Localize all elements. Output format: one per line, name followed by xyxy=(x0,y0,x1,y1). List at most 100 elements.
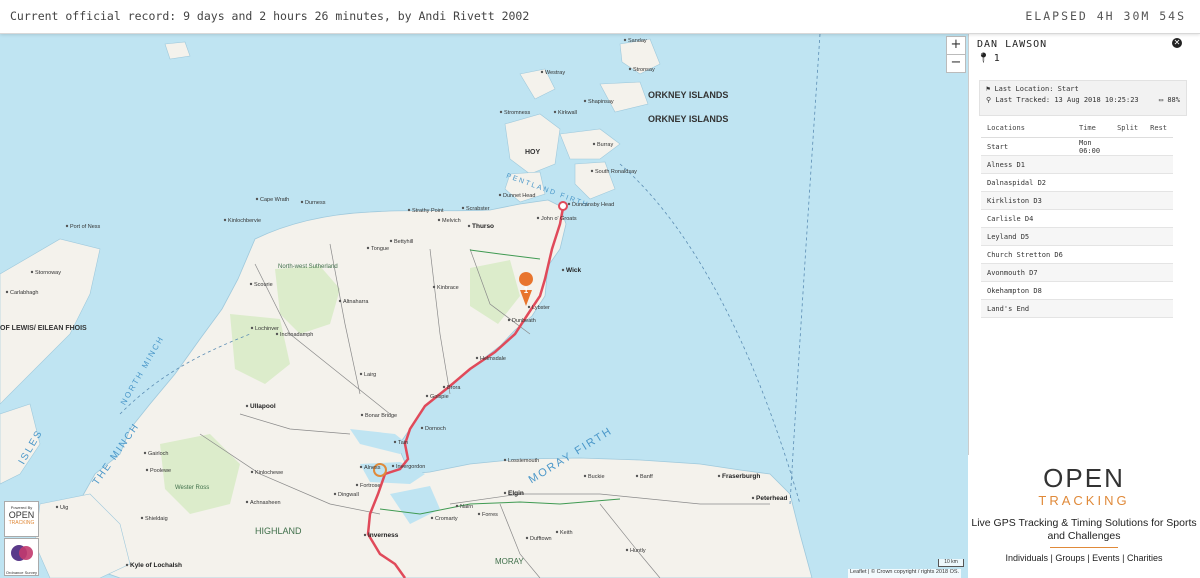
cell-location: Dalnaspidal D2 xyxy=(981,173,1073,192)
town-dot xyxy=(355,483,359,487)
town-dot xyxy=(143,451,147,455)
town-label: Kinlochbervie xyxy=(228,218,261,224)
zoom-in-button[interactable]: + xyxy=(946,36,966,55)
town-dot xyxy=(275,332,279,336)
town-label: Tongue xyxy=(371,246,389,252)
town-dot xyxy=(590,169,594,173)
town-label: Invergordon xyxy=(396,464,425,470)
table-row[interactable]: Okehampton D8 xyxy=(981,281,1173,300)
map-attribution[interactable]: Leaflet | © Crown copyright / rights 201… xyxy=(848,569,962,578)
top-bar: Current official record: 9 days and 2 ho… xyxy=(0,0,1200,34)
town-label: Peterhead xyxy=(756,495,787,502)
table-row[interactable]: Carlisle D4 xyxy=(981,209,1173,228)
town-dot xyxy=(536,216,540,220)
cell-split xyxy=(1111,281,1145,300)
town-label: Stornoway xyxy=(35,270,61,276)
town-label: Golspie xyxy=(430,394,449,400)
town-dot xyxy=(583,474,587,478)
cell-split xyxy=(1111,137,1145,156)
status-box: ⚑ Last Location: Start ⚲ Last Tracked: 1… xyxy=(979,80,1187,116)
map-view[interactable]: 1 MORAY FIRTH NORTH MINCH THE MINCH PENT… xyxy=(0,34,968,578)
town-dot xyxy=(255,197,259,201)
town-label: Dunbeath xyxy=(512,318,536,324)
table-row[interactable]: Kirkliston D3 xyxy=(981,191,1173,210)
town-dot xyxy=(527,305,531,309)
pin-icon: 📍︎ xyxy=(977,53,990,64)
town-dot xyxy=(442,385,446,389)
town-dot xyxy=(5,290,9,294)
table-row[interactable]: Leyland D5 xyxy=(981,227,1173,246)
cell-rest xyxy=(1144,137,1173,156)
cell-split xyxy=(1111,155,1145,174)
town-label: Ullapool xyxy=(250,403,276,410)
runner-number: 📍︎ 1 xyxy=(977,53,1000,64)
moray-label: MORAY xyxy=(495,557,524,566)
table-row[interactable]: Church Stretton D6 xyxy=(981,245,1173,264)
town-label: Forres xyxy=(482,512,498,518)
table-row[interactable]: Avonmouth D7 xyxy=(981,263,1173,282)
cell-time xyxy=(1073,191,1112,210)
town-label: Shapinsay xyxy=(588,99,614,105)
town-label: Huntly xyxy=(630,548,646,554)
town-dot xyxy=(540,70,544,74)
cell-time xyxy=(1073,263,1112,282)
cell-location: Leyland D5 xyxy=(981,227,1073,246)
lewis-label: OF LEWIS/ EILEAN FHOIS xyxy=(0,325,87,332)
cell-location: Kirkliston D3 xyxy=(981,191,1073,210)
town-label: Strathy Point xyxy=(412,208,444,214)
col-split: Split xyxy=(1111,119,1145,138)
town-label: Kinlochewe xyxy=(255,470,283,476)
town-dot xyxy=(245,404,249,408)
os-text: Ordnance Survey xyxy=(5,570,38,575)
town-dot xyxy=(477,512,481,516)
col-rest: Rest xyxy=(1144,119,1173,138)
ad-links[interactable]: Individuals | Groups | Events | Charitie… xyxy=(968,553,1200,563)
cell-rest xyxy=(1144,263,1173,282)
town-label: Burray xyxy=(597,142,613,148)
cell-split xyxy=(1111,227,1145,246)
town-label: Poolewe xyxy=(150,468,171,474)
map-canvas[interactable]: 1 MORAY FIRTH NORTH MINCH THE MINCH PENT… xyxy=(0,34,968,578)
cell-rest xyxy=(1144,299,1173,318)
cell-location: Start xyxy=(981,137,1073,156)
nw-sutherland-label: North-west Sutherland xyxy=(278,264,338,270)
town-label: Nairn xyxy=(460,504,473,510)
town-label: Buckie xyxy=(588,474,605,480)
cell-time: Mon 06:00 xyxy=(1073,137,1112,156)
town-dot xyxy=(625,548,629,552)
town-label: Inverness xyxy=(368,532,399,539)
town-dot xyxy=(430,516,434,520)
town-dot xyxy=(525,536,529,540)
table-row[interactable]: Alness D1 xyxy=(981,155,1173,174)
town-dot xyxy=(140,516,144,520)
town-label: Wick xyxy=(566,267,581,274)
ordnance-survey-badge[interactable]: Ordnance Survey xyxy=(4,538,39,576)
town-label: Sanday xyxy=(628,38,647,44)
town-label: Kyle of Lochalsh xyxy=(130,562,182,569)
town-label: Banff xyxy=(640,474,653,480)
town-dot xyxy=(125,563,129,567)
badge-tracking-text: TRACKING xyxy=(8,520,35,526)
town-dot xyxy=(628,67,632,71)
table-row[interactable]: Dalnaspidal D2 xyxy=(981,173,1173,192)
record-text: Current official record: 9 days and 2 ho… xyxy=(10,9,530,23)
zoom-out-button[interactable]: − xyxy=(946,54,966,73)
cell-time xyxy=(1073,227,1112,246)
town-dot xyxy=(475,356,479,360)
town-label: Brora xyxy=(447,385,461,391)
cell-rest xyxy=(1144,191,1173,210)
town-dot xyxy=(338,299,342,303)
open-tracking-ad[interactable]: OPEN TRACKING Live GPS Tracking & Timing… xyxy=(968,455,1200,578)
cell-split xyxy=(1111,191,1145,210)
table-row[interactable]: Land's End xyxy=(981,299,1173,318)
locations-table: Locations Time Split Rest Start Mon 06:00… xyxy=(981,119,1173,318)
cell-split xyxy=(1111,263,1145,282)
town-label: Lochinver xyxy=(255,326,279,332)
table-row[interactable]: Start Mon 06:00 xyxy=(981,137,1173,156)
map-scale: 10 km xyxy=(938,559,964,567)
close-icon[interactable]: ✕ xyxy=(1172,38,1182,48)
town-dot xyxy=(393,440,397,444)
powered-by-badge[interactable]: Powered By OPEN TRACKING xyxy=(4,501,39,537)
cell-location: Land's End xyxy=(981,299,1073,318)
orkney-land xyxy=(504,113,561,175)
